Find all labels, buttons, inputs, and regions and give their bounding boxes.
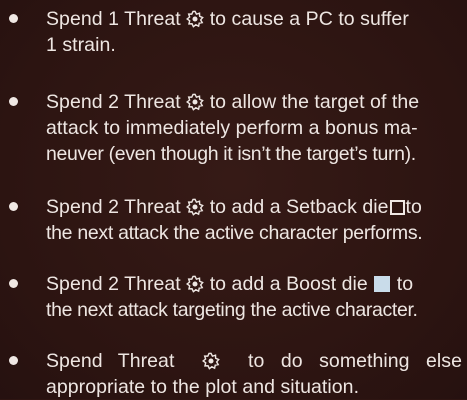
text-line: 1 strain. [46,34,116,56]
list-item-text: Spend 2 Threat to allow the target of th… [46,89,462,167]
bullet-icon [9,97,18,106]
threat-icon [186,198,205,216]
text-line: Spend 2 Threat to add a Boost die to [46,271,462,297]
list-item-text: Spend 2 Threat to add a Setback die to th… [46,194,462,246]
text-segment: Spend 2 Threat [46,91,181,113]
text-line: attack to immediately perform a bonus ma… [46,117,418,139]
text-line: Spend 1 Threat to cause a PC to suffer [46,6,462,32]
text-line: neuver (even though it isn’t the target’… [46,143,416,165]
text-segment: Spend 2 Threat [46,196,181,218]
threat-icon [186,93,205,111]
text-segment: to add a Boost die [209,273,368,295]
text-line: the next attack targeting the active cha… [46,299,418,321]
setback-die-icon [389,200,405,215]
text-segment: to [405,196,422,218]
text-segment: Spend 2 Threat [46,273,181,295]
text-segment: to allow the target of the [209,91,420,113]
rules-page: Spend 1 Threat to cause a PC to suffer 1… [0,0,467,399]
threat-icon [186,10,205,28]
text-line: appropriate to the plot and situation. [46,376,360,398]
text-line: Spend Threat to do something else [46,348,462,374]
text-line: Spend 2 Threat to allow the target of th… [46,89,462,115]
bullet-icon [9,202,18,211]
text-segment: to add a Setback die [209,196,389,218]
bullet-icon [9,356,18,365]
list-item-text: Spend 2 Threat to add a Boost die to the… [46,271,462,323]
threat-icon [202,352,221,370]
text-segment: to cause a PC to suffer [209,8,409,30]
list-item-text: Spend Threat to do something else approp… [46,348,462,400]
text-segment: to [396,273,414,295]
threat-icon [186,275,205,293]
bullet-icon [9,279,18,288]
bullet-icon [9,14,18,23]
text-line: the next attack the active character per… [46,222,423,244]
text-segment: Spend Threat [46,350,175,372]
text-line: Spend 2 Threat to add a Setback die to [46,194,462,220]
text-segment: to do something else [248,350,462,372]
text-segment: Spend 1 Threat [46,8,181,30]
boost-die-icon [374,276,391,292]
list-item-text: Spend 1 Threat to cause a PC to suffer 1… [46,6,462,58]
